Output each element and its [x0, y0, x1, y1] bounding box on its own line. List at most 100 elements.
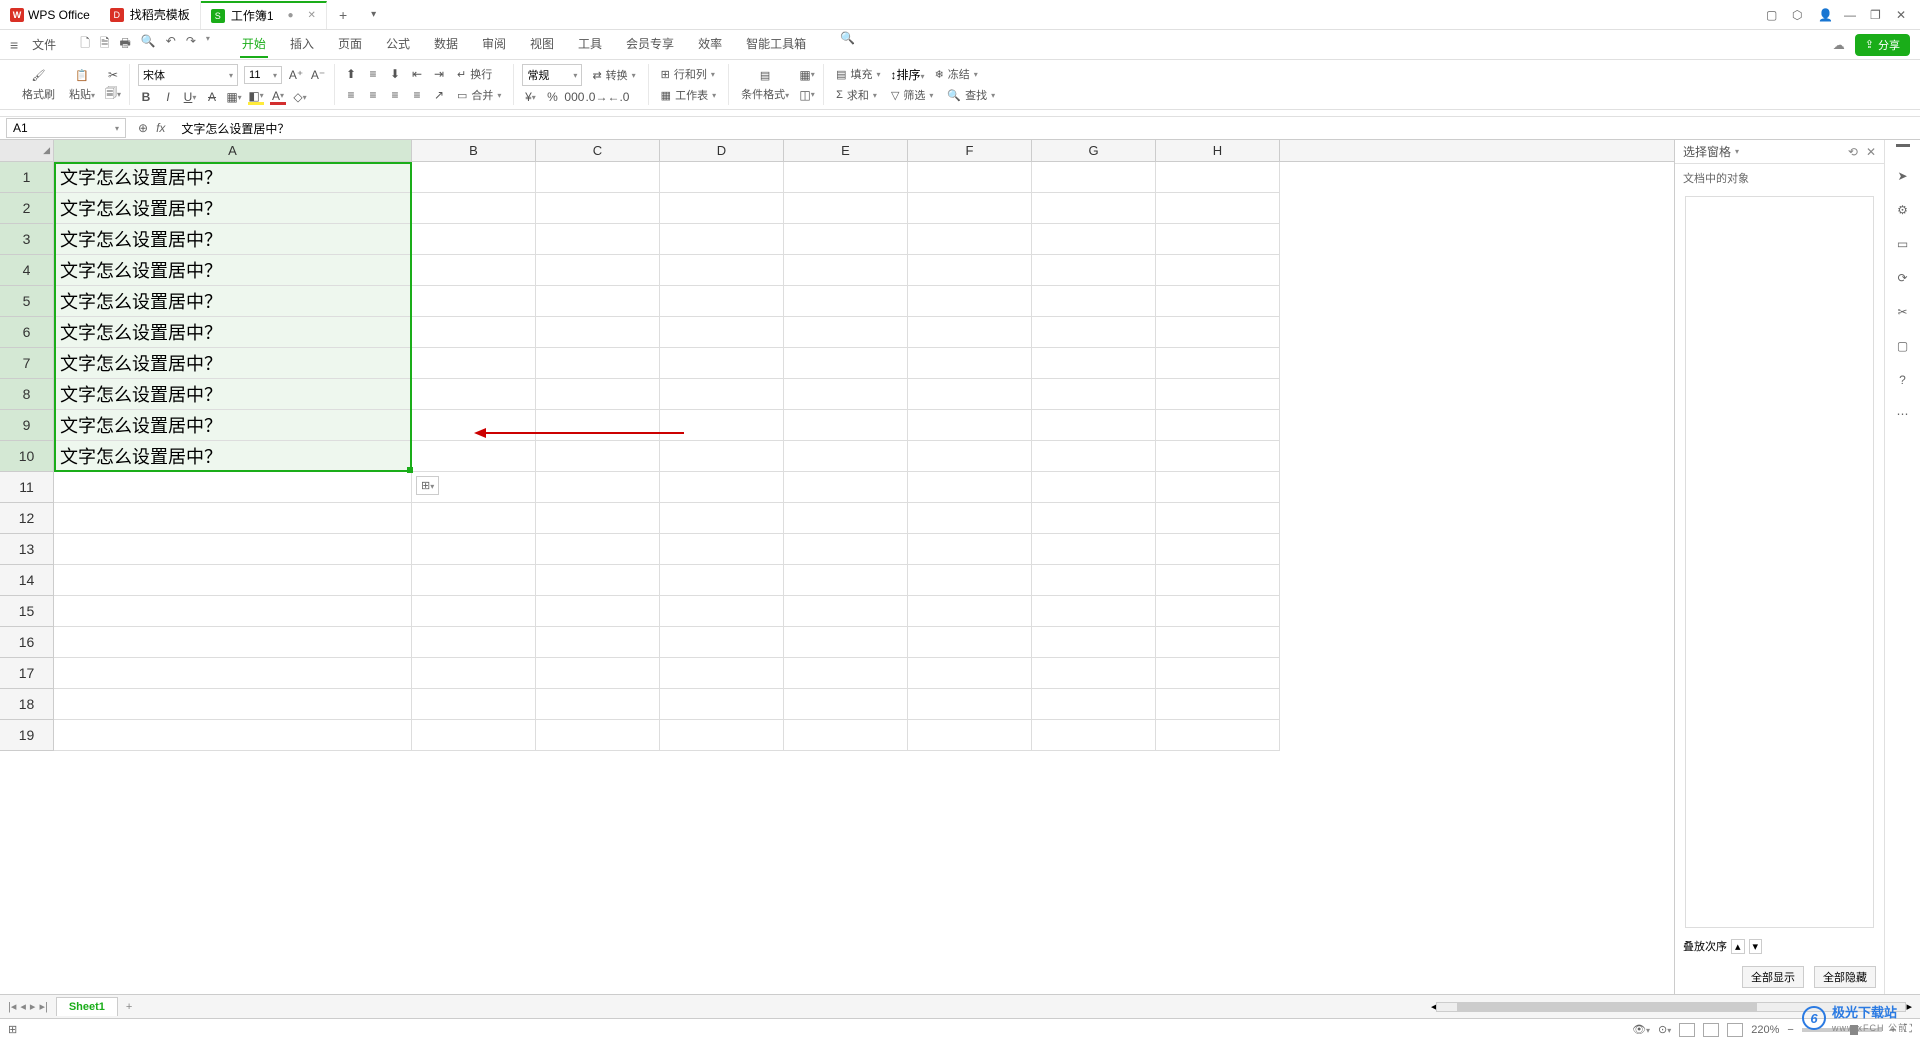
tab-template[interactable]: D 找稻壳模板 [100, 1, 201, 29]
dec-dec-icon[interactable]: ←.0 [610, 89, 626, 105]
cell[interactable] [1032, 596, 1156, 627]
cell[interactable] [1156, 596, 1280, 627]
cell[interactable] [1156, 193, 1280, 224]
cell[interactable] [784, 503, 908, 534]
cell[interactable] [660, 224, 784, 255]
cell[interactable] [54, 565, 412, 596]
format-painter-button[interactable]: 🖌 格式刷 [18, 66, 59, 104]
cell[interactable]: 文字怎么设置居中？ [54, 162, 412, 193]
prev-sheet-icon[interactable]: ◂ [20, 1000, 26, 1013]
cell[interactable] [536, 255, 660, 286]
row-col-button[interactable]: ⊞行和列 [657, 65, 719, 83]
cell[interactable] [908, 410, 1032, 441]
cell[interactable] [660, 410, 784, 441]
cell[interactable] [536, 472, 660, 503]
bold-icon[interactable]: B [138, 89, 154, 105]
italic-icon[interactable]: I [160, 89, 176, 105]
cell[interactable] [1032, 472, 1156, 503]
freeze-button[interactable]: ❄冻结 [931, 65, 982, 83]
cell[interactable] [784, 348, 908, 379]
cell[interactable] [908, 379, 1032, 410]
cell[interactable]: 文字怎么设置居中？ [54, 286, 412, 317]
cell[interactable] [412, 534, 536, 565]
show-all-button[interactable]: 全部显示 [1742, 966, 1804, 988]
cell[interactable]: 文字怎么设置居中？ [54, 348, 412, 379]
focus-icon[interactable]: ⊙ [1658, 1023, 1671, 1036]
formula-input[interactable]: 文字怎么设置居中？ [173, 120, 1920, 137]
cell[interactable] [908, 627, 1032, 658]
cell[interactable] [1032, 503, 1156, 534]
row-header[interactable]: 10 [0, 441, 53, 472]
cell[interactable] [536, 410, 660, 441]
underline-icon[interactable]: U [182, 89, 198, 105]
row-header[interactable]: 17 [0, 658, 53, 689]
cell[interactable] [1156, 286, 1280, 317]
cell[interactable] [784, 689, 908, 720]
cell[interactable] [660, 472, 784, 503]
dec-inc-icon[interactable]: .0→ [588, 89, 604, 105]
col-header-f[interactable]: F [908, 140, 1032, 161]
cell[interactable] [54, 596, 412, 627]
cell[interactable] [536, 627, 660, 658]
cell[interactable] [412, 720, 536, 751]
cell[interactable] [660, 658, 784, 689]
cell[interactable] [1032, 255, 1156, 286]
row-header[interactable]: 9 [0, 410, 53, 441]
align-middle-icon[interactable]: ≡ [365, 66, 381, 82]
cell[interactable] [1032, 410, 1156, 441]
clear-format-icon[interactable]: ◇ [292, 89, 308, 105]
align-right-icon[interactable]: ≡ [387, 87, 403, 103]
cell[interactable] [908, 720, 1032, 751]
cell[interactable] [908, 689, 1032, 720]
hamburger-icon[interactable]: ≡ [10, 37, 18, 53]
paste-button[interactable]: 📋 粘贴 [65, 66, 99, 104]
cell[interactable] [784, 286, 908, 317]
select-tool-icon[interactable]: ➤ [1894, 167, 1912, 185]
cell[interactable] [1032, 689, 1156, 720]
select-all-corner[interactable]: ◢ [0, 140, 54, 161]
cell[interactable] [536, 565, 660, 596]
cell[interactable]: 文字怎么设置居中？ [54, 317, 412, 348]
down-icon[interactable]: ▾ [1749, 939, 1763, 954]
cell[interactable] [412, 410, 536, 441]
number-format-select[interactable]: 常规 [522, 64, 582, 86]
help-icon[interactable]: ? [1894, 371, 1912, 389]
tab-member[interactable]: 会员专享 [624, 31, 676, 58]
preview-icon[interactable]: 🔍 [141, 34, 156, 55]
increase-font-icon[interactable]: A⁺ [288, 67, 304, 83]
cell[interactable] [536, 689, 660, 720]
table-style-icon[interactable]: ▦ [799, 67, 815, 83]
cell[interactable] [1156, 224, 1280, 255]
row-header[interactable]: 1 [0, 162, 53, 193]
row-header[interactable]: 7 [0, 348, 53, 379]
cell[interactable] [412, 193, 536, 224]
panel-close-icon[interactable]: ✕ [1866, 145, 1876, 159]
cell[interactable] [1156, 472, 1280, 503]
redo-icon[interactable]: ↷ [186, 34, 196, 55]
cell[interactable] [412, 317, 536, 348]
cell[interactable] [784, 162, 908, 193]
cell[interactable] [1156, 627, 1280, 658]
col-header-g[interactable]: G [1032, 140, 1156, 161]
cell[interactable] [660, 162, 784, 193]
normal-view-icon[interactable] [1679, 1023, 1695, 1037]
indent-inc-icon[interactable]: ⇥ [431, 66, 447, 82]
cell[interactable]: 文字怎么设置居中？ [54, 441, 412, 472]
cell[interactable]: 文字怎么设置居中？ [54, 379, 412, 410]
row-header[interactable]: 13 [0, 534, 53, 565]
cell[interactable] [660, 317, 784, 348]
reading-view-icon[interactable] [1727, 1023, 1743, 1037]
decrease-font-icon[interactable]: A⁻ [310, 67, 326, 83]
cell[interactable] [660, 379, 784, 410]
cell[interactable] [784, 193, 908, 224]
cell[interactable] [1032, 534, 1156, 565]
sheet-tab-active[interactable]: Sheet1 [56, 997, 118, 1016]
cells-area[interactable]: ⊞ 文字怎么设置居中？文字怎么设置居中？文字怎么设置居中？文字怎么设置居中？文字… [54, 162, 1674, 751]
font-size-select[interactable]: 11 [244, 66, 282, 84]
row-header[interactable]: 16 [0, 627, 53, 658]
cell[interactable] [784, 472, 908, 503]
zoom-out-icon[interactable]: − [1787, 1024, 1793, 1036]
cell[interactable] [908, 658, 1032, 689]
cell[interactable] [54, 503, 412, 534]
row-header[interactable]: 3 [0, 224, 53, 255]
